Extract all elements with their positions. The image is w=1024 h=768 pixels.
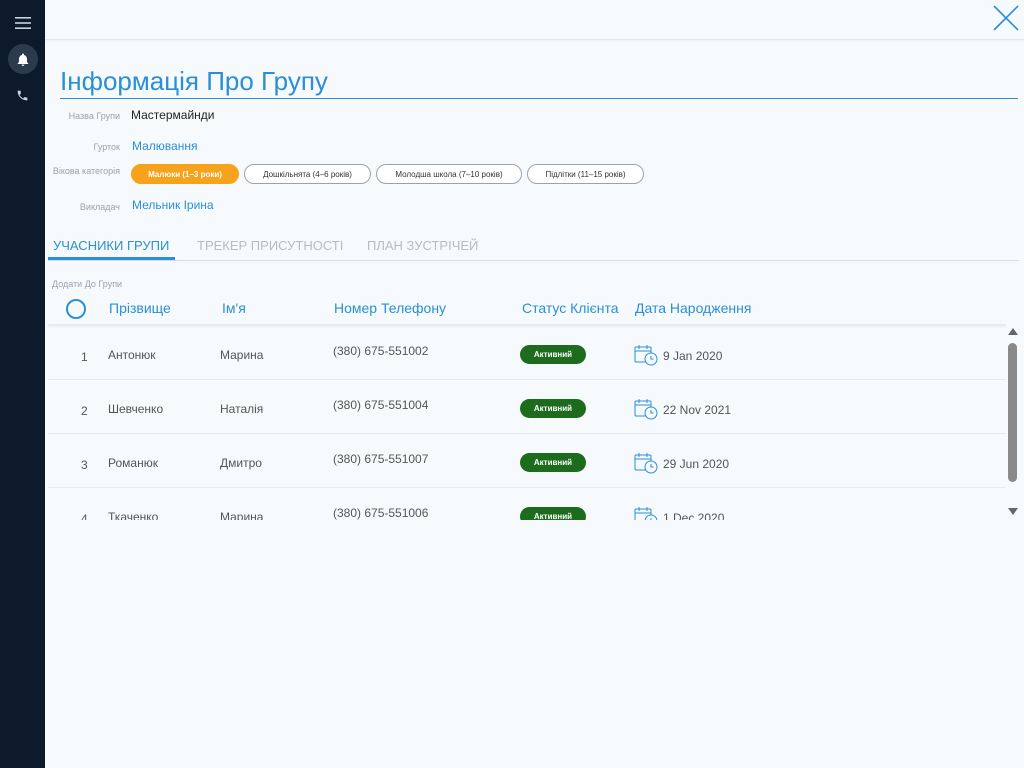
birth-date-cell: 29 Jun 2020 [663,457,730,471]
club-link[interactable]: Малювання [132,139,197,153]
row-number: 4 [81,512,88,520]
row-number: 3 [81,458,88,472]
column-header-last-name[interactable]: Прізвище [109,300,171,316]
close-button[interactable] [992,4,1020,32]
scroll-down-arrow[interactable] [1008,508,1018,515]
age-category-label: Вікова категорія [52,166,120,176]
status-badge: Активний [520,345,586,364]
first-name-cell: Наталія [220,402,264,416]
phone-cell: (380) 675-551006 [333,506,429,520]
teacher-label: Викладач [79,202,120,212]
calendar-clock-icon [634,345,658,366]
age-option-toddlers[interactable]: Малюки (1–3 роки) [131,164,239,184]
last-name-cell: Ткаченко [108,510,159,520]
status-badge: Активний [520,399,586,418]
status-badge: Активний [520,453,586,472]
last-name-cell: Антонюк [108,348,156,362]
top-bar [45,0,1024,40]
scroll-up-arrow[interactable] [1008,328,1018,335]
column-header-client-status[interactable]: Статус Клієнта [522,300,619,316]
table-row[interactable]: 1 Антонюк Марина (380) 675-551002 Активн… [48,326,1006,380]
table-row[interactable]: 3 Романюк Дмитро (380) 675-551007 Активн… [48,434,1006,488]
first-name-cell: Марина [220,510,264,520]
last-name-cell: Романюк [108,456,158,470]
birth-date-cell: 9 Jan 2020 [663,349,723,363]
group-name-label: Назва Групи [68,111,120,121]
add-to-group-label[interactable]: Додати До Групи [52,279,122,289]
select-all-checkbox[interactable] [66,299,86,319]
birth-date-cell: 1 Dec 2020 [663,511,725,520]
age-option-teens[interactable]: Підлітки (11–15 років) [527,164,644,184]
column-header-birth-date[interactable]: Дата Народження [635,300,751,316]
phone-icon[interactable] [0,78,45,112]
status-badge: Активний [520,507,586,520]
last-name-cell: Шевченко [108,402,164,416]
tab-attendance-tracker[interactable]: ТРЕКЕР ПРИСУТНОСТІ [197,238,343,253]
column-header-first-name[interactable]: Ім'я [222,300,246,316]
phone-cell: (380) 675-551007 [333,452,429,466]
calendar-clock-icon [634,399,658,420]
sidebar [0,0,45,768]
calendar-clock-icon [634,507,658,520]
close-icon [993,5,1019,31]
row-number: 1 [81,350,88,364]
table-body: 1 Антонюк Марина (380) 675-551002 Активн… [48,326,1006,520]
scrollbar-thumb[interactable] [1008,343,1017,482]
notifications-button[interactable] [8,44,38,74]
page-title: Інформація Про Групу [60,66,1018,99]
age-option-preschool[interactable]: Дошкільнята (4–6 років) [244,164,371,184]
tabs-divider [48,260,1019,261]
tab-meeting-plan[interactable]: ПЛАН ЗУСТРІЧЕЙ [367,238,478,253]
phone-cell: (380) 675-551004 [333,398,429,412]
menu-icon[interactable] [0,6,45,40]
first-name-cell: Марина [220,348,264,362]
calendar-clock-icon [634,453,658,474]
bell-icon [17,53,29,66]
phone-cell: (380) 675-551002 [333,344,429,358]
birth-date-cell: 22 Nov 2021 [663,403,732,417]
active-tab-indicator [48,257,175,260]
table-row[interactable]: 4 Ткаченко Марина (380) 675-551006 Актив… [48,488,1006,520]
group-name-value: Мастермайнди [131,108,215,122]
column-header-phone[interactable]: Номер Телефону [334,300,446,316]
row-number: 2 [81,404,88,418]
tab-group-members[interactable]: УЧАСНИКИ ГРУПИ [53,238,169,253]
first-name-cell: Дмитро [220,456,262,470]
teacher-link[interactable]: Мельник Ірина [132,198,214,212]
age-option-primary-school[interactable]: Молодша школа (7–10 років) [376,164,522,184]
club-label: Гурток [93,142,120,152]
table-row[interactable]: 2 Шевченко Наталія (380) 675-551004 Акти… [48,380,1006,434]
